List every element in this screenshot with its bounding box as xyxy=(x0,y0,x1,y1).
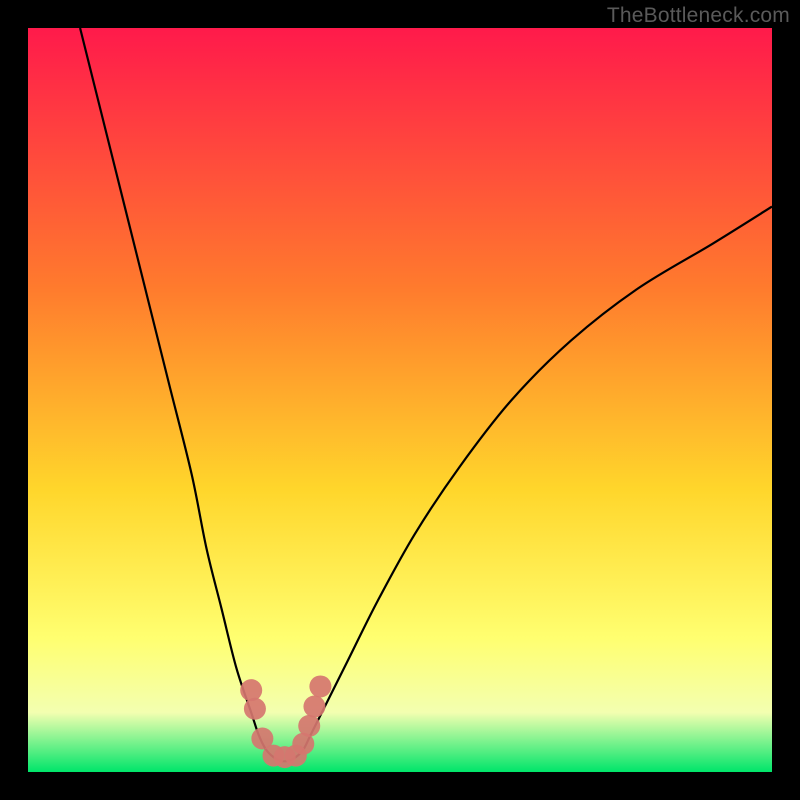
chart-svg xyxy=(28,28,772,772)
marker-point xyxy=(244,698,266,720)
marker-point xyxy=(303,696,325,718)
marker-point xyxy=(240,679,262,701)
marker-point xyxy=(298,715,320,737)
marker-point xyxy=(309,675,331,697)
attribution-text: TheBottleneck.com xyxy=(607,4,790,28)
gradient-background xyxy=(28,28,772,772)
chart-frame: TheBottleneck.com xyxy=(0,0,800,800)
plot-area xyxy=(28,28,772,772)
